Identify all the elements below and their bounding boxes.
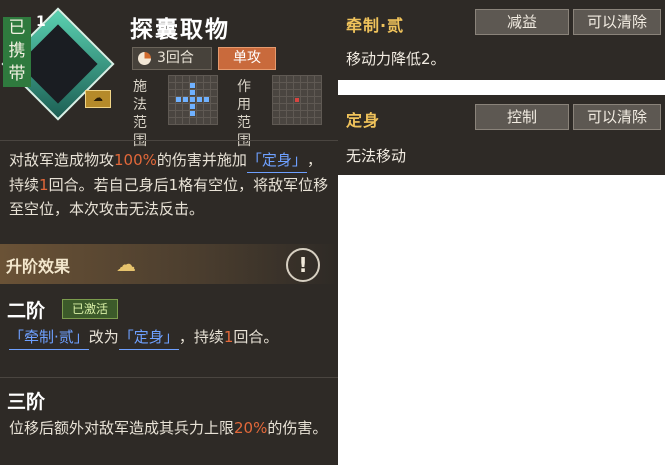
stage2-title: 二阶: [7, 300, 46, 322]
effect-name: 牵制·贰: [346, 16, 405, 35]
skill-description: 对敌军造成物攻100%的伤害并施加「定身」，持续1回合。若自己身后1格有空位，将…: [9, 148, 333, 221]
effect-tag-control: 控制: [475, 104, 569, 130]
skill-level: 1: [36, 14, 46, 30]
skill-detail-panel: 已携带 1 ☁ 探囊取物 3回合 单攻 施法范围 作用范围 对敌军造成物攻100…: [0, 0, 338, 465]
effect-tag-debuff: 减益: [475, 9, 569, 35]
clearable-tag: 可以清除: [573, 9, 661, 35]
stage3-description: 位移后额外对敌军造成其兵力上限20%的伤害。: [9, 419, 328, 437]
effect-range-grid: [272, 75, 322, 125]
status-link-dingshen-2[interactable]: 「定身」: [118, 325, 179, 350]
info-icon[interactable]: !: [286, 248, 320, 282]
status-link-qianzhi[interactable]: 「牵制·贰」: [9, 325, 89, 350]
divider: [0, 140, 338, 141]
activated-badge: 已激活: [62, 299, 118, 319]
effect-card-dingshen: 定身 控制 可以清除 无法移动: [338, 95, 665, 175]
stage2-description: 「牵制·贰」改为「定身」，持续1回合。: [9, 325, 333, 350]
attack-type-tag: 单攻: [218, 47, 276, 70]
cloud-icon: ☁: [116, 252, 136, 276]
equipped-tag: 已携带: [3, 17, 31, 87]
skill-icon-area: 已携带 1 ☁: [0, 0, 120, 135]
clearable-tag: 可以清除: [573, 104, 661, 130]
divider: [0, 377, 338, 378]
status-link-dingshen[interactable]: 「定身」: [246, 148, 307, 173]
effect-name: 定身: [346, 111, 381, 130]
effect-card-qianzhi: 牵制·贰 减益 可以清除 移动力降低2。: [338, 0, 665, 80]
skill-title: 探囊取物: [130, 17, 230, 43]
upgrade-label: 升阶效果: [6, 257, 71, 276]
stage3-title: 三阶: [7, 391, 46, 413]
effect-description: 移动力降低2。: [346, 50, 446, 68]
cast-range-grid: [168, 75, 218, 125]
upgrade-header: 升阶效果 ☁ !: [0, 244, 338, 284]
cloud-badge-icon: ☁: [85, 90, 111, 108]
effect-description: 无法移动: [346, 147, 407, 165]
rounds-badge: 3回合: [132, 47, 212, 70]
cooldown-pie-icon: [138, 52, 151, 65]
